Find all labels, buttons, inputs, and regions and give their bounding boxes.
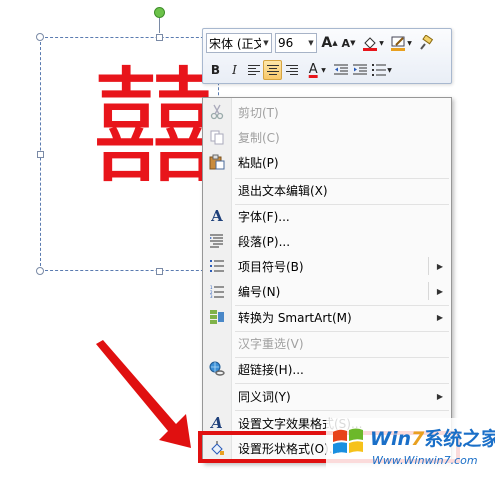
watermark-title-part: Win [370, 428, 411, 450]
watermark-title-part: 7 [411, 428, 425, 450]
windows-logo-icon [333, 428, 363, 454]
watermark-title-part: 系统之家 [424, 428, 495, 450]
watermark: Win7系统之家 Www.Winwin7.com [326, 418, 495, 476]
watermark-title: Win7系统之家 [370, 424, 495, 451]
watermark-url: Www.Winwin7.com [372, 454, 478, 467]
pointer-arrow-icon [96, 340, 191, 448]
